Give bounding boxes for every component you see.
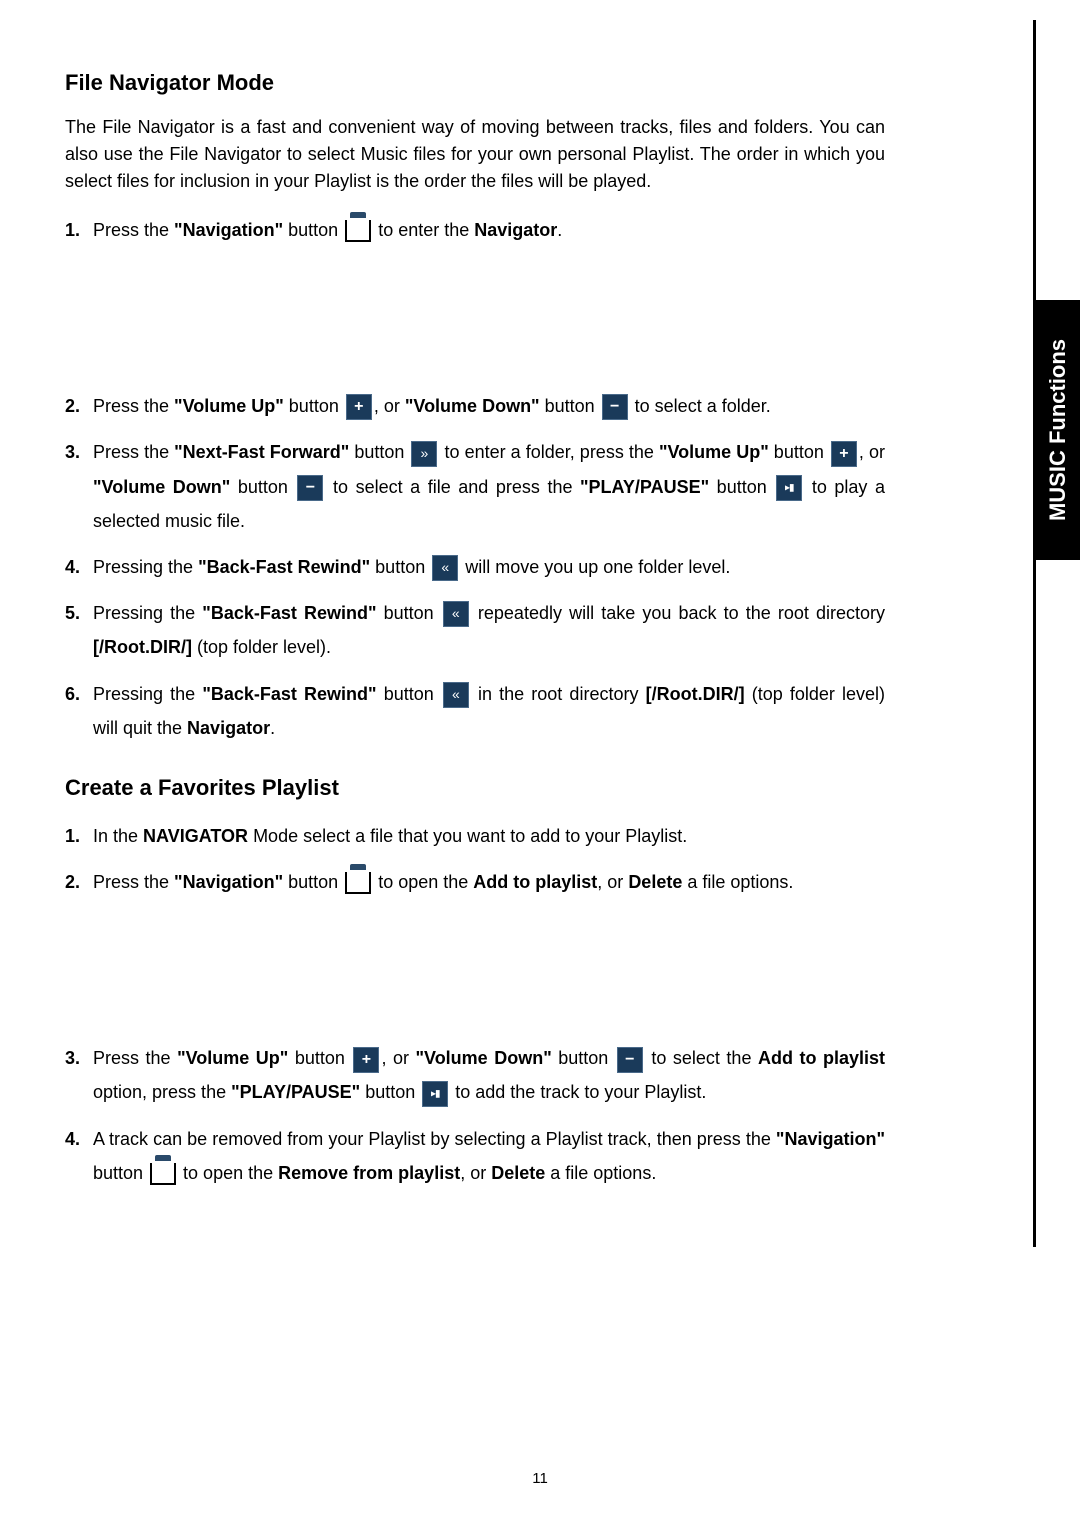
- play-pause-icon: [776, 475, 802, 501]
- fast-rewind-icon: [443, 682, 469, 708]
- volume-up-icon: [831, 441, 857, 467]
- list-item: Press the "Next-Fast Forward" button to …: [65, 435, 885, 538]
- instruction-list-2: In the NAVIGATOR Mode select a file that…: [65, 819, 885, 1190]
- section-tab-label: MUSIC Functions: [1045, 339, 1071, 521]
- volume-down-icon: [297, 475, 323, 501]
- fast-rewind-icon: [432, 555, 458, 581]
- divider-line: [1033, 20, 1036, 1247]
- navigation-icon: [150, 1163, 176, 1185]
- list-item: A track can be removed from your Playlis…: [65, 1122, 885, 1190]
- page-number: 11: [532, 1470, 548, 1487]
- fast-forward-icon: [411, 441, 437, 467]
- play-pause-icon: [422, 1081, 448, 1107]
- instruction-list-1: Press the "Navigation" button to enter t…: [65, 213, 885, 745]
- list-item: Press the "Volume Up" button , or "Volum…: [65, 389, 885, 423]
- navigation-icon: [345, 872, 371, 894]
- list-item: Pressing the "Back-Fast Rewind" button w…: [65, 550, 885, 584]
- heading-file-navigator: File Navigator Mode: [65, 70, 885, 96]
- list-item: In the NAVIGATOR Mode select a file that…: [65, 819, 885, 853]
- list-item: Press the "Volume Up" button , or "Volum…: [65, 1041, 885, 1109]
- heading-favorites-playlist: Create a Favorites Playlist: [65, 775, 885, 801]
- volume-up-icon: [346, 394, 372, 420]
- list-item: Pressing the "Back-Fast Rewind" button r…: [65, 596, 885, 664]
- volume-down-icon: [617, 1047, 643, 1073]
- section-tab: MUSIC Functions: [1036, 300, 1080, 560]
- list-item: Press the "Navigation" button to enter t…: [65, 213, 885, 377]
- list-item: Press the "Navigation" button to open th…: [65, 865, 885, 1029]
- intro-paragraph: The File Navigator is a fast and conveni…: [65, 114, 885, 195]
- volume-down-icon: [602, 394, 628, 420]
- volume-up-icon: [353, 1047, 379, 1073]
- fast-rewind-icon: [443, 601, 469, 627]
- page-content: File Navigator Mode The File Navigator i…: [65, 70, 885, 1190]
- navigation-icon: [345, 220, 371, 242]
- list-item: Pressing the "Back-Fast Rewind" button i…: [65, 677, 885, 745]
